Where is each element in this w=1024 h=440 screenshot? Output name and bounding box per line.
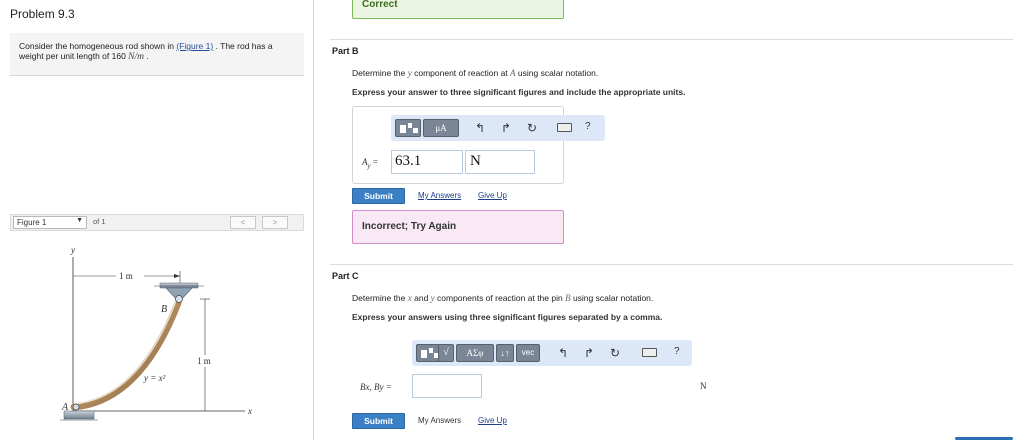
part-a-feedback-correct: Correct [352, 0, 564, 19]
chevron-down-icon: ▼ [76, 217, 83, 224]
prompt-text-2: component of reaction at [411, 68, 511, 78]
figure-select-value: Figure 1 [17, 218, 47, 227]
curve-equation: y = x² [143, 373, 166, 383]
point-b-label: B [161, 304, 167, 315]
part-b-instruction: Express your answer to three significant… [352, 87, 686, 97]
part-c-toolbar: √ ΑΣφ ↓↑ vec ↰ ↱ ↻ ? [412, 340, 692, 366]
statement-unit: N/m [128, 52, 145, 62]
prompt-text-4: using scalar notation. [570, 293, 654, 303]
figure-toolbar: Figure 1 ▼ of 1 < > [10, 214, 304, 231]
problem-statement: Consider the homogeneous rod shown in (F… [10, 33, 304, 76]
problem-title: Problem 9.3 [10, 7, 75, 21]
prompt-text-2: and [411, 293, 431, 303]
keyboard-icon[interactable] [557, 123, 572, 132]
prompt-text: Determine the [352, 293, 408, 303]
figure-prev-button[interactable]: < [230, 216, 256, 229]
part-divider [330, 39, 1013, 40]
part-b-submit-button[interactable]: Submit [352, 188, 405, 204]
figure-count: of 1 [93, 217, 106, 226]
templates-button[interactable] [395, 119, 421, 137]
part-divider [330, 264, 1013, 265]
part-b-prompt: Determine the y component of reaction at… [352, 68, 598, 78]
units-button[interactable]: μA [423, 119, 459, 137]
part-b-give-up-link[interactable]: Give Up [478, 191, 507, 200]
reset-icon[interactable]: ↻ [610, 345, 620, 361]
x-axis-label: x [247, 406, 252, 416]
figure-select[interactable]: Figure 1 ▼ [13, 216, 87, 229]
answer-input[interactable] [412, 374, 482, 398]
point-a-label: A [61, 402, 69, 413]
unit-input[interactable]: N [465, 150, 535, 174]
answer-variable-label: Bx, By = [360, 382, 392, 392]
prompt-text-3: components of reaction at the pin [434, 293, 566, 303]
statement-text: Consider the homogeneous rod shown in [19, 41, 177, 51]
reset-icon[interactable]: ↻ [527, 120, 537, 136]
part-c-instruction: Express your answers using three signifi… [352, 312, 663, 322]
sqrt-button[interactable]: √ [438, 344, 454, 362]
part-b-toolbar: μA ↰ ↱ ↻ ? [391, 115, 605, 141]
vector-button[interactable]: vec [516, 344, 540, 362]
height-dimension: 1 m [197, 356, 211, 366]
problem-panel: Problem 9.3 Consider the homogeneous rod… [0, 0, 314, 440]
part-c-prompt: Determine the x and y components of reac… [352, 293, 653, 303]
keyboard-icon[interactable] [642, 348, 657, 357]
part-c-my-answers[interactable]: My Answers [418, 416, 461, 425]
prompt-text-3: using scalar notation. [515, 68, 599, 78]
greek-symbols-button[interactable]: ΑΣφ [456, 344, 494, 362]
part-b-answer-box: μA ↰ ↱ ↻ ? Ay = 63.1 N [352, 106, 605, 184]
statement-end: . [144, 51, 149, 61]
answer-unit-label: N [700, 381, 707, 391]
part-b-my-answers-link[interactable]: My Answers [418, 191, 461, 200]
value-input[interactable]: 63.1 [391, 150, 463, 174]
prompt-text: Determine the [352, 68, 408, 78]
subscript-button[interactable]: ↓↑ [496, 344, 514, 362]
answer-variable-label: Ay = [362, 157, 378, 170]
figure-link[interactable]: (Figure 1) [176, 41, 213, 51]
help-icon[interactable]: ? [585, 121, 591, 132]
undo-icon[interactable]: ↰ [558, 345, 568, 361]
part-c-give-up-link[interactable]: Give Up [478, 416, 507, 425]
part-b-label: Part B [332, 46, 359, 56]
width-dimension: 1 m [119, 271, 133, 281]
part-c-submit-button[interactable]: Submit [352, 413, 405, 429]
part-c-label: Part C [332, 271, 359, 281]
figure-next-button[interactable]: > [262, 216, 288, 229]
part-b-feedback-incorrect: Incorrect; Try Again [352, 210, 564, 244]
figure-image: y x 1 m 1 m y = x² B A [10, 231, 304, 440]
redo-icon[interactable]: ↱ [501, 120, 511, 136]
y-axis-label: y [70, 245, 75, 255]
rod-diagram: y x 1 m 1 m y = x² B A [60, 245, 252, 421]
redo-icon[interactable]: ↱ [584, 345, 594, 361]
part-c-answer-area: √ ΑΣφ ↓↑ vec ↰ ↱ ↻ ? Bx, By = N [352, 334, 1012, 406]
help-icon[interactable]: ? [674, 346, 680, 357]
undo-icon[interactable]: ↰ [475, 120, 485, 136]
